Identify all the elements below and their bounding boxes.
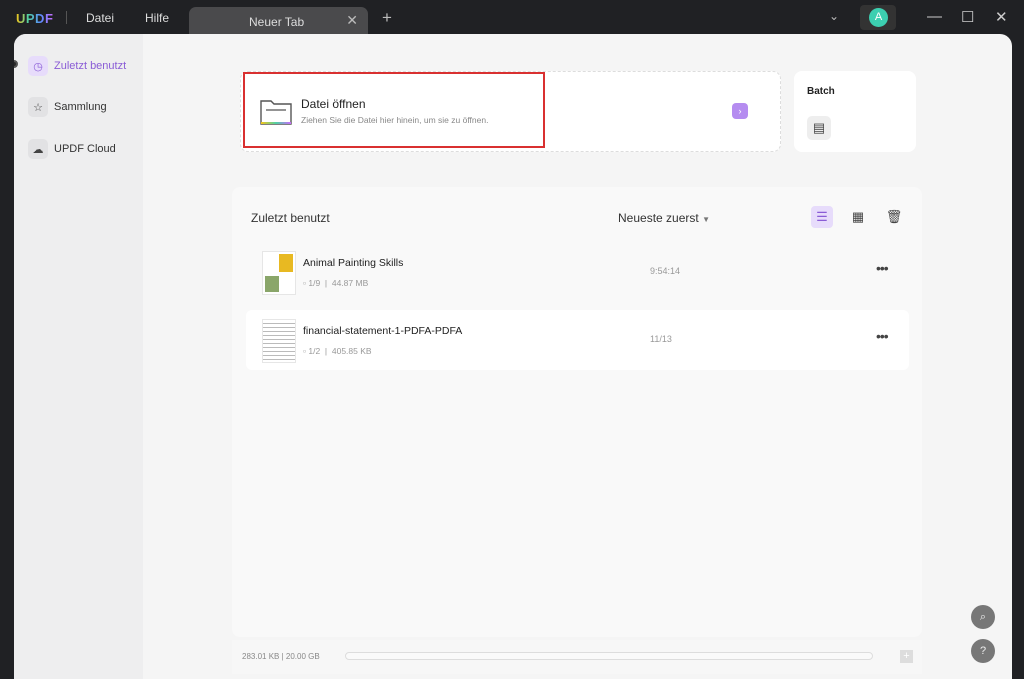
batch-card: Batch ▤	[794, 71, 916, 152]
avatar: A	[869, 8, 888, 27]
recent-files-panel: Zuletzt benutzt Neueste zuerst ▼ ☰ ▦ 🗑 A…	[232, 187, 922, 637]
star-icon: ☆	[28, 97, 48, 117]
file-thumbnail	[262, 251, 296, 295]
sort-dropdown[interactable]: Neueste zuerst ▼	[618, 211, 710, 225]
sidebar-item-label: Sammlung	[54, 101, 107, 113]
sidebar-item-updf-cloud[interactable]: ☁ UPDF Cloud	[28, 138, 116, 160]
sidebar-item-sammlung[interactable]: ☆ Sammlung	[28, 96, 107, 118]
sidebar-item-zuletzt-benutzt[interactable]: ◷ Zuletzt benutzt	[28, 55, 126, 77]
recent-title: Zuletzt benutzt	[251, 211, 330, 225]
file-size: 405.85 KB	[331, 346, 372, 356]
file-row[interactable]: Animal Painting Skills ▫ 1/9 | 44.87 MB …	[246, 242, 909, 302]
updf-logo: UPDF	[16, 11, 54, 26]
batch-title: Batch	[807, 86, 835, 97]
file-time: 11/13	[650, 334, 672, 344]
caret-down-icon: ▼	[702, 215, 710, 224]
close-tab-icon[interactable]: ✕	[346, 12, 358, 29]
sort-label: Neueste zuerst	[618, 211, 699, 225]
sidebar-item-label: Zuletzt benutzt	[54, 60, 127, 72]
menu-hilfe[interactable]: Hilfe	[145, 11, 169, 25]
file-row[interactable]: financial-statement-1-PDFA-PDFA ▫ 1/2 | …	[246, 310, 909, 370]
cloud-icon: ☁	[28, 139, 48, 159]
maximize-icon[interactable]: ☐	[961, 8, 974, 26]
tab-label: Neuer Tab	[249, 15, 305, 29]
folder-icon	[260, 100, 292, 125]
chevron-right-icon[interactable]: ›	[732, 103, 748, 119]
page-count: 1/2	[308, 346, 321, 356]
title-bar: UPDF Datei Hilfe Neuer Tab ✕ + ⌄ A — ☐ ✕	[0, 0, 1024, 36]
main-panel: ◷ Zuletzt benutzt ☆ Sammlung ☁ UPDF Cloud D…	[14, 34, 1012, 679]
more-options-icon[interactable]: •••	[876, 260, 889, 276]
sidebar: ◷ Zuletzt benutzt ☆ Sammlung ☁ UPDF Cloud	[14, 34, 143, 679]
chevron-down-icon[interactable]: ⌄	[829, 9, 839, 23]
open-file-subtitle: Ziehen Sie die Datei hier hinein, um sie…	[301, 115, 489, 125]
file-meta: ▫ 1/9 | 44.87 MB	[303, 278, 369, 288]
add-storage-icon[interactable]: +	[900, 650, 913, 663]
menu-datei[interactable]: Datei	[86, 11, 114, 25]
batch-document-icon[interactable]: ▤	[807, 116, 831, 140]
file-name: financial-statement-1-PDFA-PDFA	[303, 325, 463, 337]
close-window-icon[interactable]: ✕	[995, 8, 1008, 26]
grid-view-icon[interactable]: ▦	[847, 206, 869, 228]
trash-icon[interactable]: 🗑	[883, 206, 905, 228]
file-size: 44.87 MB	[331, 278, 369, 288]
clock-icon: ◷	[28, 56, 48, 76]
new-tab-icon[interactable]: +	[382, 8, 392, 28]
storage-footer: 283.01 KB | 20.00 GB +	[232, 640, 922, 674]
storage-usage: 283.01 KB | 20.00 GB	[242, 652, 320, 661]
file-thumbnail	[262, 319, 296, 363]
list-view-icon[interactable]: ☰	[811, 206, 833, 228]
page-count: 1/9	[308, 278, 321, 288]
minimize-icon[interactable]: —	[927, 8, 942, 25]
sidebar-item-label: UPDF Cloud	[54, 143, 116, 155]
file-meta: ▫ 1/2 | 405.85 KB	[303, 346, 372, 356]
tab-neuer-tab[interactable]: Neuer Tab ✕	[189, 7, 368, 36]
search-icon[interactable]: ⌕	[971, 605, 995, 629]
account-button[interactable]: A	[860, 5, 896, 30]
help-icon[interactable]: ?	[971, 639, 995, 663]
storage-bar	[345, 652, 873, 660]
file-name: Animal Painting Skills	[303, 257, 404, 269]
file-time: 9:54:14	[650, 266, 681, 276]
divider	[66, 11, 67, 24]
more-options-icon[interactable]: •••	[876, 328, 889, 344]
open-file-title: Datei öffnen	[301, 97, 366, 111]
